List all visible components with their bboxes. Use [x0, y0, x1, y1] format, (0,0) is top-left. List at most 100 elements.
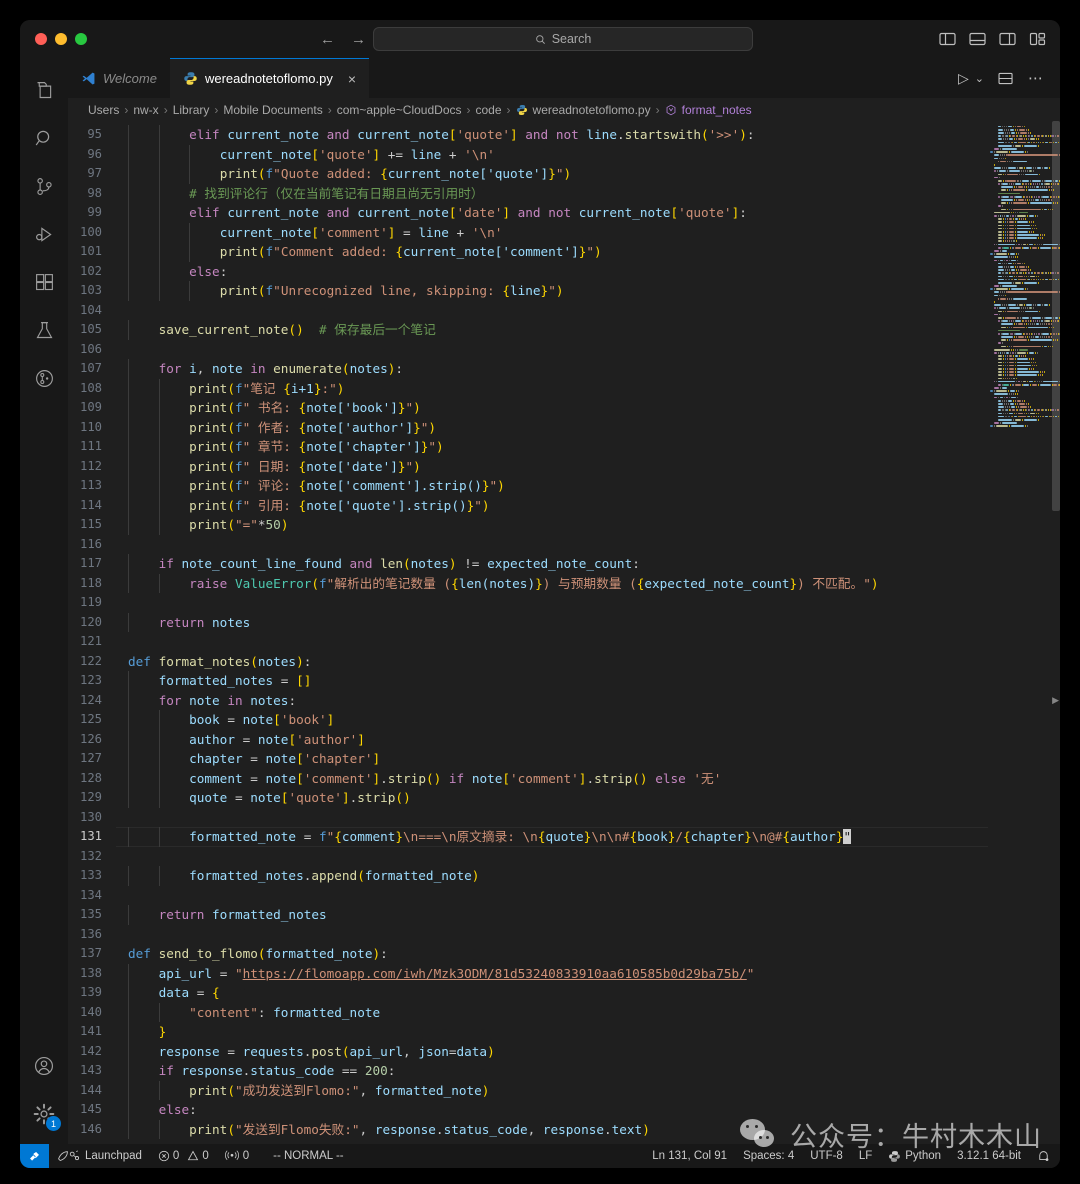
code-line[interactable] — [116, 632, 988, 652]
code-line[interactable] — [116, 847, 988, 867]
code-line[interactable]: formatted_notes = [] — [116, 671, 988, 691]
breadcrumb-item-5[interactable]: code — [476, 103, 502, 117]
settings-button[interactable]: 1 — [20, 1090, 68, 1138]
status-cursor-position[interactable]: Ln 131, Col 91 — [644, 1144, 735, 1168]
code-editor[interactable]: 95 96 97 98 99 100 101 102 103 104 105 106 107 108 109… — [68, 121, 1060, 1144]
code-line[interactable]: def send_to_flomo(formatted_note): — [116, 944, 988, 964]
code-line[interactable] — [116, 593, 988, 613]
status-indentation[interactable]: Spaces: 4 — [735, 1144, 802, 1168]
code-line[interactable]: data = { — [116, 983, 988, 1003]
code-line[interactable]: current_note['comment'] = line + '\n' — [116, 222, 988, 242]
code-line[interactable]: elif current_note and current_note['quot… — [116, 125, 988, 145]
status-eol[interactable]: LF — [851, 1144, 880, 1168]
sidebar-item-search[interactable] — [20, 114, 68, 162]
breadcrumb-item-2[interactable]: Library — [173, 103, 210, 117]
code-line[interactable]: elif current_note and current_note['date… — [116, 203, 988, 223]
toggle-primary-sidebar-icon[interactable] — [939, 32, 956, 46]
code-line[interactable]: if response.status_code == 200: — [116, 1061, 988, 1081]
more-actions-icon[interactable]: ⋯ — [1028, 69, 1044, 87]
code-line[interactable]: formatted_note = f"{comment}\n===\n原文摘录:… — [116, 827, 988, 847]
code-line[interactable]: response = requests.post(api_url, json=d… — [116, 1041, 988, 1061]
code-line[interactable]: print(f" 评论: {note['comment'].strip()}") — [116, 476, 988, 496]
code-line[interactable] — [116, 535, 988, 555]
remote-indicator[interactable] — [20, 1144, 49, 1168]
sidebar-item-testing[interactable] — [20, 306, 68, 354]
code-line[interactable]: formatted_notes.append(formatted_note) — [116, 866, 988, 886]
breadcrumb-item-0[interactable]: Users — [88, 103, 119, 117]
close-window-button[interactable] — [35, 33, 47, 45]
sidebar-item-remote-explorer[interactable] — [20, 354, 68, 402]
code-line[interactable]: def format_notes(notes): — [116, 652, 988, 672]
code-line[interactable]: for i, note in enumerate(notes): — [116, 359, 988, 379]
code-line[interactable]: chapter = note['chapter'] — [116, 749, 988, 769]
code-line[interactable]: return notes — [116, 612, 988, 632]
code-line[interactable]: "content": formatted_note — [116, 1002, 988, 1022]
go-back-icon[interactable]: ← — [320, 31, 335, 48]
split-editor-icon[interactable] — [998, 72, 1014, 85]
tab-wereadnotetoflomo[interactable]: wereadnotetoflomo.py × — [169, 58, 370, 98]
code-line[interactable]: # 找到评论行（仅在当前笔记有日期且尚无引用时） — [116, 183, 988, 203]
tab-welcome[interactable]: Welcome — [68, 58, 170, 98]
code-line[interactable]: save_current_note() # 保存最后一个笔记 — [116, 320, 988, 340]
code-content[interactable]: elif current_note and current_note['quot… — [116, 121, 988, 1144]
go-forward-icon[interactable]: → — [351, 31, 366, 48]
code-line[interactable]: print(f" 书名: {note['book']}") — [116, 398, 988, 418]
code-line[interactable]: for note in notes: — [116, 690, 988, 710]
code-line[interactable]: book = note['book'] — [116, 710, 988, 730]
code-line[interactable]: if note_count_line_found and len(notes) … — [116, 554, 988, 574]
code-line[interactable]: print("发送到Flomo失败:", response.status_cod… — [116, 1119, 988, 1139]
maximize-window-button[interactable] — [75, 33, 87, 45]
toggle-secondary-sidebar-icon[interactable] — [999, 32, 1016, 46]
status-problems[interactable]: 0 0 — [150, 1144, 217, 1168]
toggle-panel-icon[interactable] — [969, 32, 986, 46]
code-line[interactable]: else: — [116, 1100, 988, 1120]
breadcrumb-item-1[interactable]: nw-x — [133, 103, 158, 117]
code-line[interactable]: print(f"笔记 {i+1}:") — [116, 378, 988, 398]
code-line[interactable]: api_url = "https://flomoapp.com/iwh/Mzk3… — [116, 963, 988, 983]
code-line[interactable]: print("成功发送到Flomo:", formatted_note) — [116, 1080, 988, 1100]
code-line[interactable]: print(f" 日期: {note['date']}") — [116, 456, 988, 476]
code-line[interactable]: print(f" 作者: {note['author']}") — [116, 417, 988, 437]
code-line[interactable] — [116, 925, 988, 945]
status-ports[interactable]: 0 — [217, 1144, 257, 1168]
code-line[interactable]: raise ValueError(f"解析出的笔记数量 ({len(notes)… — [116, 573, 988, 593]
code-line[interactable]: return formatted_notes — [116, 905, 988, 925]
minimize-window-button[interactable] — [55, 33, 67, 45]
code-line[interactable]: current_note['quote'] += line + '\n' — [116, 144, 988, 164]
status-launchpad[interactable]: Launchpad — [49, 1144, 150, 1168]
sidebar-item-extensions[interactable] — [20, 258, 68, 306]
code-line[interactable]: comment = note['comment'].strip() if not… — [116, 768, 988, 788]
sidebar-item-run-debug[interactable] — [20, 210, 68, 258]
status-notifications[interactable] — [1029, 1144, 1060, 1168]
breadcrumb-item-4[interactable]: com~apple~CloudDocs — [337, 103, 462, 117]
code-line[interactable]: print(f" 章节: {note['chapter']}") — [116, 437, 988, 457]
run-python-file-icon[interactable]: ▷ — [958, 70, 969, 87]
code-line[interactable]: } — [116, 1022, 988, 1042]
code-line[interactable] — [116, 886, 988, 906]
run-options-chevron-down-icon[interactable]: ⌄ — [975, 72, 984, 85]
code-line[interactable]: print(f"Unrecognized line, skipping: {li… — [116, 281, 988, 301]
accounts-button[interactable] — [20, 1042, 68, 1090]
breadcrumb-item-7[interactable]: format_notes — [682, 103, 752, 117]
code-line[interactable]: author = note['author'] — [116, 729, 988, 749]
code-line[interactable]: quote = note['quote'].strip() — [116, 788, 988, 808]
status-encoding[interactable]: UTF-8 — [802, 1144, 851, 1168]
breadcrumb-item-3[interactable]: Mobile Documents — [223, 103, 322, 117]
code-line[interactable]: print(f"Comment added: {current_note['co… — [116, 242, 988, 262]
code-line[interactable] — [116, 340, 988, 360]
code-line[interactable]: print(f"Quote added: {current_note['quot… — [116, 164, 988, 184]
sidebar-item-explorer[interactable] — [20, 66, 68, 114]
close-tab-icon[interactable]: × — [348, 71, 356, 87]
code-line[interactable]: else: — [116, 261, 988, 281]
breadcrumb-item-6[interactable]: wereadnotetoflomo.py — [533, 103, 651, 117]
code-line[interactable] — [116, 301, 988, 321]
status-language-mode[interactable]: Python — [880, 1144, 949, 1168]
code-line[interactable]: print("="*50) — [116, 515, 988, 535]
command-center-search[interactable]: Search — [373, 27, 753, 51]
customize-layout-icon[interactable] — [1029, 32, 1046, 46]
minimap[interactable]: ▶ — [988, 121, 1060, 1144]
code-line[interactable]: print(f" 引用: {note['quote'].strip()}") — [116, 495, 988, 515]
code-line[interactable] — [116, 808, 988, 828]
status-interpreter[interactable]: 3.12.1 64-bit — [949, 1144, 1029, 1168]
sidebar-item-source-control[interactable] — [20, 162, 68, 210]
